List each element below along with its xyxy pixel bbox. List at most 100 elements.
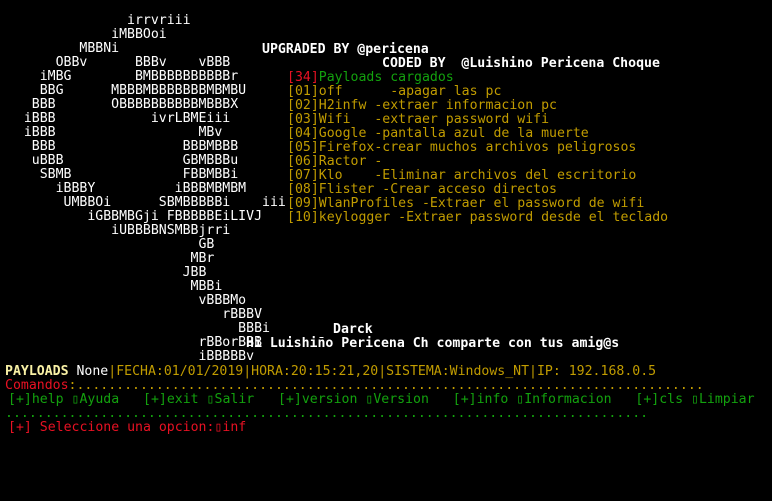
command-key: [+]exit bbox=[143, 392, 199, 407]
ascii-line: JBB bbox=[0, 265, 207, 280]
ascii-line: iGBBMBGji FBBBBBEiLIVJ bbox=[0, 209, 263, 224]
menu-item[interactable]: [05]Firefox-crear muchos archivos peligr… bbox=[287, 141, 636, 155]
menu-item-name: Google bbox=[318, 126, 367, 141]
command-label: Salir bbox=[214, 392, 255, 407]
menu-item[interactable]: [08]Flister -Crear acceso directos bbox=[287, 183, 557, 197]
ascii-line: iBBB MBv bbox=[0, 125, 223, 140]
menu-item[interactable]: [10]keylogger -Extraer password desde el… bbox=[287, 211, 668, 225]
menu-item[interactable]: [07]Klo -Eliminar archivos del escritori… bbox=[287, 169, 636, 183]
command-info[interactable]: [+]info ▯Informacion bbox=[453, 392, 612, 407]
menu-item-name: Ractor bbox=[318, 154, 367, 169]
menu-item-desc: -pantalla azul de la muerte bbox=[366, 126, 589, 141]
ascii-line: BBBi bbox=[0, 321, 270, 336]
terminal-window[interactable]: irrvriii iMBBOoi MBBNi OBBv BBBv vBBB iM… bbox=[0, 0, 772, 501]
ascii-line: UMBBOi SBMBBBBBi iii bbox=[0, 195, 286, 210]
menu-item-name: Firefox bbox=[318, 140, 375, 155]
menu-item[interactable]: [09]WlanProfiles -Extraer el password de… bbox=[287, 197, 644, 211]
menu-item-desc: -Crear acceso directos bbox=[374, 182, 557, 197]
ascii-line: irrvriii bbox=[0, 13, 191, 28]
menu-item-code: [06] bbox=[287, 154, 319, 169]
prompt-line[interactable]: [+] Seleccione una opcion:▯inf bbox=[8, 421, 246, 435]
system-info: |FECHA:01/01/2019|HORA:20:15:21,20|SISTE… bbox=[108, 364, 657, 379]
command-help[interactable]: [+]help ▯Ayuda bbox=[8, 392, 119, 407]
payloads-label: PAYLOADS bbox=[5, 364, 69, 379]
commands-list: [+]help ▯Ayuda [+]exit ▯Salir [+]version… bbox=[8, 393, 755, 407]
menu-item-desc: -apagar las pc bbox=[342, 84, 502, 99]
menu-item-name: Klo bbox=[318, 168, 343, 183]
menu-item-code: [01] bbox=[287, 84, 319, 99]
status-bar: PAYLOADS None|FECHA:01/01/2019|HORA:20:1… bbox=[5, 365, 656, 379]
payload-count-label: Payloads cargados bbox=[318, 70, 454, 85]
menu-item-name: H2infw bbox=[318, 98, 367, 113]
command-exit[interactable]: [+]exit ▯Salir bbox=[143, 392, 254, 407]
ascii-line: iBBBBBv bbox=[0, 349, 255, 364]
prompt-text: [+] Seleccione una opcion: bbox=[8, 420, 215, 435]
menu-item-code: [05] bbox=[287, 140, 319, 155]
menu-item-name: Flister bbox=[318, 182, 375, 197]
payload-count-row: [34]Payloads cargados bbox=[287, 71, 454, 85]
box-glyph-icon: ▯ bbox=[206, 392, 215, 407]
ascii-line: iUBBBBNSMBBjrri bbox=[0, 223, 231, 238]
ascii-line: vBBBMo bbox=[0, 293, 247, 308]
command-key: [+]help bbox=[8, 392, 64, 407]
command-cls[interactable]: [+]cls ▯Limpiar bbox=[635, 392, 754, 407]
ascii-line: BBG MBBBMBBBBBBBMBMBU bbox=[0, 83, 247, 98]
box-glyph-icon: ▯ bbox=[691, 392, 699, 407]
ascii-line: iMBG BMBBBBBBBBBBr bbox=[0, 69, 239, 84]
menu-item[interactable]: [03]Wifi -extraer password wifi bbox=[287, 113, 549, 127]
menu-item-desc: - bbox=[366, 154, 383, 169]
upgraded-by-text: UPGRADED BY @pericena bbox=[262, 42, 429, 57]
menu-item[interactable]: [02]H2infw -extraer informacion pc bbox=[287, 99, 557, 113]
ascii-line: OBBv BBBv vBBB bbox=[0, 55, 231, 70]
commands-label: Comandos bbox=[5, 378, 69, 393]
commands-header: Comandos:...............................… bbox=[5, 379, 704, 393]
payload-count-badge: [34] bbox=[287, 70, 319, 85]
commands-dots: :.......................................… bbox=[68, 378, 704, 393]
menu-item-code: [07] bbox=[287, 168, 319, 183]
ascii-line: MBBi bbox=[0, 279, 223, 294]
ascii-line: MBr bbox=[0, 251, 215, 266]
command-label: Limpiar bbox=[698, 392, 755, 407]
ascii-line: MBBNi bbox=[0, 41, 120, 56]
command-label: Version bbox=[373, 392, 429, 407]
menu-item-code: [02] bbox=[287, 98, 319, 113]
command-version[interactable]: [+]version ▯Version bbox=[278, 392, 429, 407]
menu-item-desc: -Extraer password desde el teclado bbox=[390, 210, 669, 225]
ascii-line: rBBBV bbox=[0, 307, 263, 322]
command-key: [+]info bbox=[452, 392, 509, 407]
ascii-line: SBMB FBBMBBi bbox=[0, 167, 239, 182]
command-key: [+]cls bbox=[635, 392, 684, 407]
menu-item-code: [08] bbox=[287, 182, 319, 197]
ascii-line: BBB OBBBBBBBBBBMBBBX bbox=[0, 97, 239, 112]
ascii-line: BBB BBBMBBB bbox=[0, 139, 239, 154]
menu-item-name: off bbox=[318, 84, 343, 99]
menu-item[interactable]: [06]Ractor - bbox=[287, 155, 382, 169]
separator-dots: ........................................… bbox=[5, 406, 649, 421]
menu-item-code: [09] bbox=[287, 196, 319, 211]
prompt-input[interactable]: inf bbox=[222, 420, 246, 435]
command-label: Ayuda bbox=[79, 392, 120, 407]
ascii-line: iBBBY iBBBMBMBM bbox=[0, 181, 247, 196]
menu-item-code: [10] bbox=[287, 210, 319, 225]
menu-item[interactable]: [01]off -apagar las pc bbox=[287, 85, 501, 99]
ascii-line: GB bbox=[0, 237, 215, 252]
menu-item-code: [04] bbox=[287, 126, 319, 141]
payloads-value: None bbox=[76, 364, 109, 379]
menu-item-code: [03] bbox=[287, 112, 319, 127]
menu-item-desc: -extraer informacion pc bbox=[366, 98, 557, 113]
menu-item-name: WlanProfiles bbox=[318, 196, 415, 211]
menu-item-name: keylogger bbox=[318, 210, 391, 225]
ascii-line: rBBorBBB bbox=[0, 335, 263, 350]
ascii-line: iBBB ivrLBMEiii bbox=[0, 111, 231, 126]
ascii-line: iMBBOoi bbox=[0, 27, 167, 42]
darck-label: Darck bbox=[333, 322, 373, 337]
command-label: Informacion bbox=[524, 392, 612, 407]
greeting-text: Hi Luishiño Pericena Ch comparte con tus… bbox=[246, 336, 620, 351]
menu-item-desc: -crear muchos archivos peligrosos bbox=[374, 140, 637, 155]
menu-item[interactable]: [04]Google -pantalla azul de la muerte bbox=[287, 127, 589, 141]
command-key: [+]version bbox=[278, 392, 358, 407]
ascii-line: uBBB GBMBBBu bbox=[0, 153, 239, 168]
menu-item-desc: -extraer password wifi bbox=[350, 112, 550, 127]
menu-item-desc: -Extraer el password de wifi bbox=[414, 196, 645, 211]
coded-by-text: CODED BY @Luishino Pericena Choque bbox=[382, 56, 660, 71]
